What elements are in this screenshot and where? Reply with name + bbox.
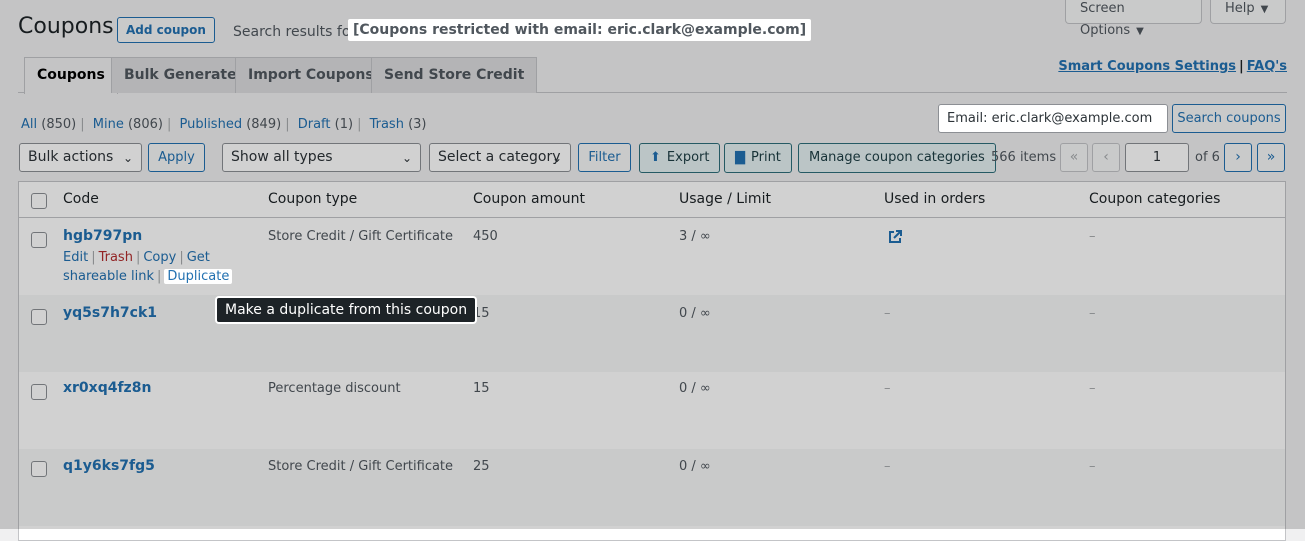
tab-bulk-generate[interactable]: Bulk Generate [111,57,250,93]
tab-import-coupons[interactable]: Import Coupons [235,57,387,93]
coupon-code-link[interactable]: xr0xq4fz8n [63,380,151,396]
chevron-down-icon: ⌄ [551,151,562,165]
coupon-type-label: Show all types [231,149,333,165]
total-pages: of 6 [1195,150,1220,165]
caret-down-icon: ▼ [1136,26,1144,37]
table-row: hgb797pn Edit | Trash | Copy | Get shareable l… [19,218,1285,295]
next-page-button[interactable]: › [1224,143,1252,172]
row-checkbox[interactable] [31,232,47,248]
edit-link[interactable]: Edit [63,250,88,265]
screen-options-label: Screen Options [1080,1,1131,38]
prev-page-button[interactable]: ‹ [1092,143,1120,172]
screen-options-button[interactable]: Screen Options ▼ [1065,0,1202,38]
coupon-amount: 15 [473,381,490,396]
column-header-usage: Usage / Limit [679,191,771,207]
coupon-categories: – [1089,229,1096,244]
filter-button[interactable]: Filter [578,143,631,172]
row-checkbox[interactable] [31,309,47,325]
export-label: Export [666,150,710,165]
column-header-amount: Coupon amount [473,191,586,207]
items-count: 566 items [991,150,1057,165]
coupon-code-link[interactable]: yq5s7h7ck1 [63,305,157,321]
coupon-code-link[interactable]: q1y6ks7fg5 [63,458,155,474]
coupon-categories: – [1089,381,1096,396]
category-select[interactable]: Select a category ⌄ [429,143,571,172]
page-title: Coupons [18,14,114,39]
status-filter-links: All (850) | Mine (806) | Published (849) | … [21,117,427,132]
upload-icon: ⬆ [650,150,661,165]
apply-button[interactable]: Apply [148,143,205,172]
last-page-button[interactable]: » [1257,143,1285,172]
export-button[interactable]: ⬆ Export [639,143,721,173]
coupon-type: Store Credit / Gift Certificate [268,459,454,474]
chevron-down-icon: ⌄ [401,151,412,165]
caret-down-icon: ▼ [1260,4,1269,15]
smart-coupons-settings-link[interactable]: Smart Coupons Settings [1058,59,1236,74]
coupon-type: Store Credit / Gift Certificate [268,229,454,244]
coupon-type: Percentage discount [268,381,401,396]
table-row: xr0xq4fz8n Percentage discount 15 0 / ∞ … [19,372,1285,449]
help-button[interactable]: Help ▼ [1210,0,1286,24]
usage-limit: 0 / ∞ [679,381,711,396]
search-coupons-button[interactable]: Search coupons [1172,104,1286,133]
document-icon: ▇ [735,150,745,165]
coupons-table: Code Coupon type Coupon amount Usage / L… [18,181,1286,541]
table-row: yq5s7h7ck1 15 0 / ∞ – – [19,295,1285,372]
coupon-amount: 25 [473,459,490,474]
tab-send-store-credit[interactable]: Send Store Credit [371,57,538,93]
first-page-button[interactable]: « [1060,143,1088,172]
coupon-type-select[interactable]: Show all types ⌄ [222,143,421,172]
view-draft[interactable]: Draft (1) [298,117,353,132]
usage-limit: 0 / ∞ [679,306,711,321]
copy-link[interactable]: Copy [143,250,176,265]
duplicate-link[interactable]: Duplicate [164,269,233,284]
coupon-code-link[interactable]: hgb797pn [63,228,142,244]
view-all[interactable]: All (850) [21,117,76,132]
row-checkbox[interactable] [31,461,47,477]
used-in-orders: – [884,381,891,396]
row-checkbox[interactable] [31,384,47,400]
help-label: Help [1225,1,1255,16]
link-separator: | [1239,59,1244,74]
help-links: Smart Coupons Settings | FAQ's [1058,59,1287,74]
tab-coupons[interactable]: Coupons [24,57,118,94]
current-page-input[interactable]: 1 [1125,143,1189,172]
table-row: q1y6ks7fg5 Store Credit / Gift Certifica… [19,449,1285,526]
usage-limit: 3 / ∞ [679,229,711,244]
row-actions: Edit | Trash | Copy | Get shareable link | Dupli… [63,248,233,286]
column-header-categories: Coupon categories [1089,191,1221,207]
manage-coupon-categories-button[interactable]: Manage coupon categories [798,143,996,173]
table-header: Code Coupon type Coupon amount Usage / L… [19,182,1285,218]
search-input[interactable]: Email: eric.clark@example.com [938,104,1168,133]
category-label: Select a category [438,149,561,165]
bulk-actions-label: Bulk actions [28,149,114,165]
coupon-categories: – [1089,459,1096,474]
coupon-amount: 15 [473,306,490,321]
view-mine[interactable]: Mine (806) [93,117,163,132]
coupon-categories: – [1089,306,1096,321]
coupon-amount: 450 [473,229,498,244]
trash-link[interactable]: Trash [99,250,133,265]
select-all-checkbox[interactable] [31,193,47,209]
column-header-orders: Used in orders [884,191,986,207]
chevron-down-icon: ⌄ [122,151,133,165]
used-in-orders: – [884,459,891,474]
used-in-orders: – [884,306,891,321]
view-trash[interactable]: Trash (3) [370,117,427,132]
view-published[interactable]: Published (849) [179,117,281,132]
print-label: Print [751,150,781,165]
column-header-code[interactable]: Code [63,191,99,207]
get-link[interactable]: Get [187,250,210,265]
faqs-link[interactable]: FAQ's [1247,59,1287,74]
add-coupon-button[interactable]: Add coupon [117,17,215,43]
external-link-icon[interactable] [887,229,903,245]
shareable-link[interactable]: shareable link [63,269,154,284]
usage-limit: 0 / ∞ [679,459,711,474]
column-header-type: Coupon type [268,191,358,207]
print-button[interactable]: ▇ Print [724,143,792,173]
bulk-actions-select[interactable]: Bulk actions ⌄ [19,143,142,172]
search-term: [Coupons restricted with email: eric.cla… [348,19,812,41]
search-results-label: Search results for: [233,24,361,40]
duplicate-tooltip: Make a duplicate from this coupon [217,298,476,322]
